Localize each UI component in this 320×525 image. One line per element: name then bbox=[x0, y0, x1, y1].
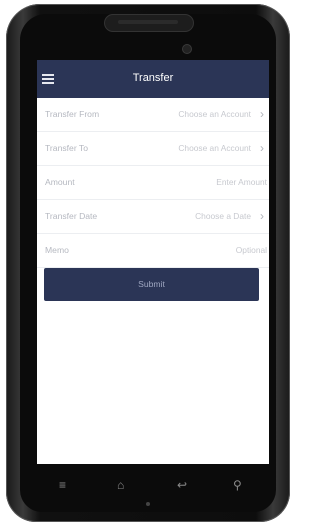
transfer-from-value[interactable]: Choose an Account bbox=[178, 109, 251, 119]
submit-button[interactable]: Submit bbox=[44, 268, 259, 301]
transfer-date-value[interactable]: Choose a Date bbox=[195, 211, 251, 221]
memo-row[interactable]: Memo Optional bbox=[37, 234, 269, 268]
app-screen: Transfer Transfer From Choose an Account… bbox=[37, 60, 269, 464]
amount-label: Amount bbox=[45, 177, 75, 187]
memo-input[interactable]: Optional bbox=[236, 245, 267, 255]
chevron-right-icon: › bbox=[260, 107, 264, 121]
transfer-to-label: Transfer To bbox=[45, 143, 88, 153]
chevron-right-icon: › bbox=[260, 209, 264, 223]
app-bar: Transfer bbox=[37, 60, 269, 98]
home-icon[interactable]: ⌂ bbox=[117, 478, 124, 492]
transfer-date-row[interactable]: Transfer Date Choose a Date › bbox=[37, 200, 269, 234]
amount-row[interactable]: Amount Enter Amount bbox=[37, 166, 269, 200]
transfer-from-row[interactable]: Transfer From Choose an Account › bbox=[37, 98, 269, 132]
android-nav-bar: ≡ ⌂ ↩ ⚲ bbox=[37, 464, 269, 512]
page-title: Transfer bbox=[132, 72, 174, 84]
transfer-form: Transfer From Choose an Account › Transf… bbox=[37, 98, 269, 268]
transfer-to-row[interactable]: Transfer To Choose an Account › bbox=[37, 132, 269, 166]
front-camera bbox=[182, 44, 192, 54]
back-icon[interactable]: ↩ bbox=[177, 478, 187, 492]
earpiece bbox=[118, 20, 178, 24]
amount-input[interactable]: Enter Amount bbox=[216, 177, 267, 187]
memo-label: Memo bbox=[45, 245, 69, 255]
transfer-from-label: Transfer From bbox=[45, 109, 100, 119]
phone-mic-dot bbox=[146, 502, 150, 506]
search-icon[interactable]: ⚲ bbox=[233, 478, 242, 492]
transfer-to-value[interactable]: Choose an Account bbox=[178, 143, 251, 153]
transfer-date-label: Transfer Date bbox=[45, 211, 98, 221]
chevron-right-icon: › bbox=[260, 141, 264, 155]
menu-icon[interactable]: ≡ bbox=[59, 478, 66, 492]
